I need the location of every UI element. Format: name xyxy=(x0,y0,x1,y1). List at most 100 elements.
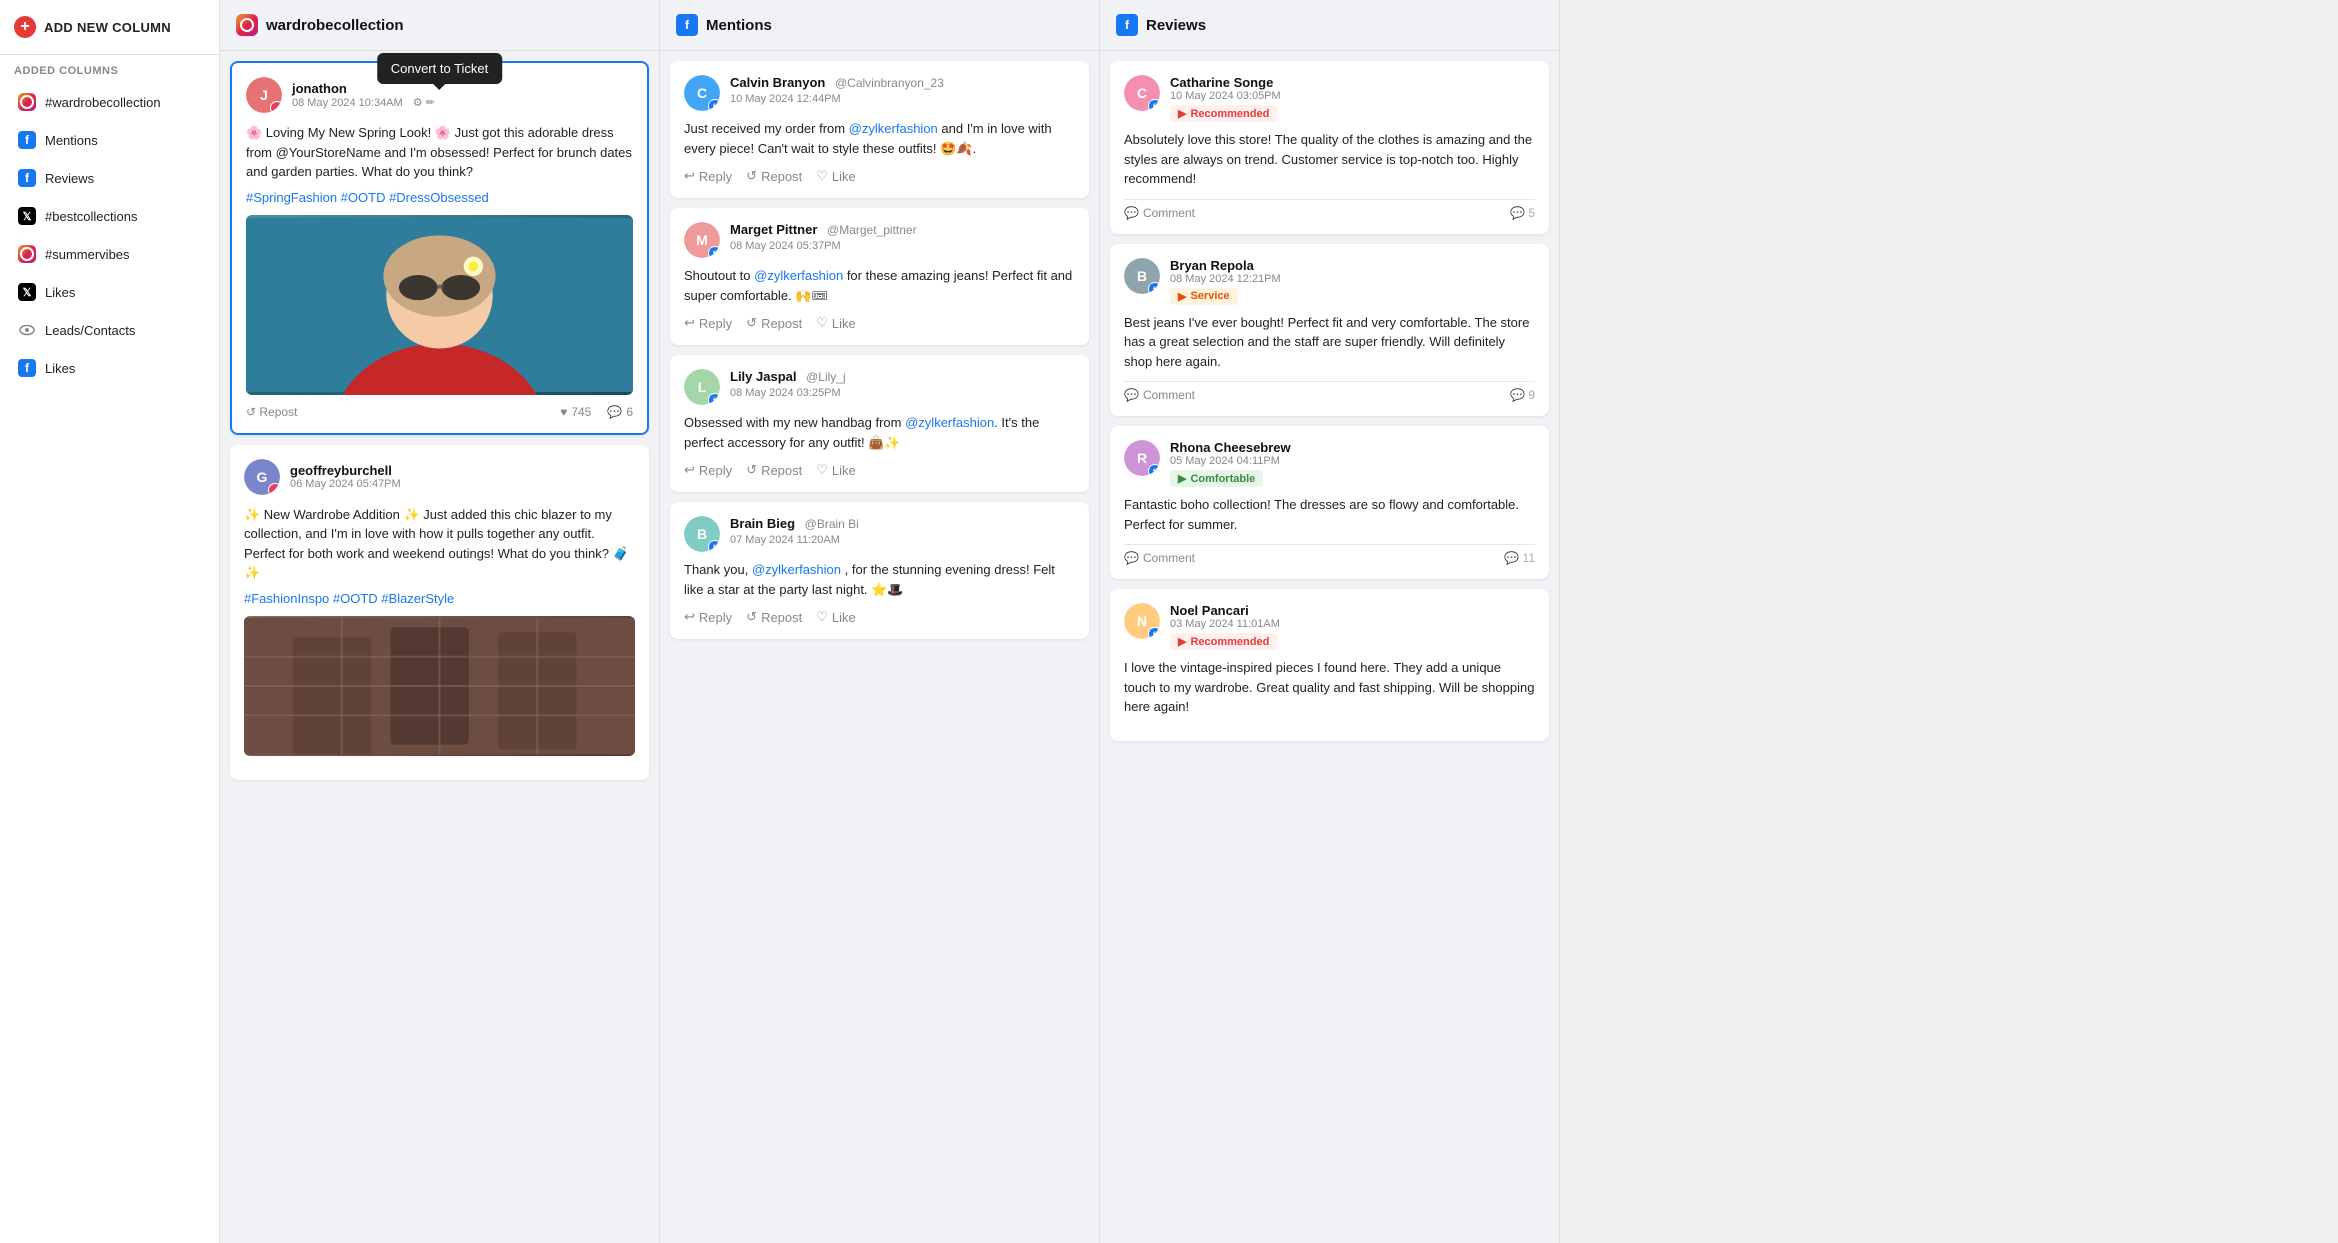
sidebar-item-mentions[interactable]: f Mentions xyxy=(4,122,215,158)
repost-action[interactable]: ↺ Repost xyxy=(746,462,802,478)
facebook-icon: f xyxy=(18,131,36,149)
review-badge: ▶ Recommended xyxy=(1170,633,1277,650)
like-action[interactable]: ♡ Like xyxy=(816,168,856,184)
mention-datetime: 08 May 2024 05:37PM xyxy=(730,240,841,252)
post-username: jonathon xyxy=(292,81,435,96)
repost-action[interactable]: ↺ Repost xyxy=(246,405,297,419)
like-action[interactable]: ♡ Like xyxy=(816,462,856,478)
mention-content: Shoutout to @zylkerfashion for these ama… xyxy=(684,266,1075,305)
sidebar-item-wardrobecollection[interactable]: #wardrobecollection xyxy=(4,84,215,120)
reviews-column-body: C f Catharine Songe 10 May 2024 03:05PM … xyxy=(1100,51,1559,1243)
mention-card: C f Calvin Branyon @Calvinbranyon_23 10 … xyxy=(670,61,1089,198)
mention-handle: @Marget_pittner xyxy=(827,223,917,237)
sidebar-item-summervibes[interactable]: #summervibes xyxy=(4,236,215,272)
facebook-icon: f xyxy=(18,359,36,377)
reply-action[interactable]: ↩ Reply xyxy=(684,168,732,184)
review-card: N f Noel Pancari 03 May 2024 11:01AM ▶ R… xyxy=(1110,589,1549,741)
instagram-icon xyxy=(18,93,36,111)
review-name: Noel Pancari xyxy=(1170,603,1280,618)
sidebar-item-reviews[interactable]: f Reviews xyxy=(4,160,215,196)
wardrobe-column-body: Convert to Ticket J jonathon 08 May 2024… xyxy=(220,51,659,1243)
repost-action[interactable]: ↺ Repost xyxy=(746,609,802,625)
mention-name: Lily Jaspal xyxy=(730,369,796,384)
comment-action[interactable]: 💬 Comment xyxy=(1124,388,1195,402)
review-datetime: 03 May 2024 11:01AM xyxy=(1170,618,1280,630)
avatar: B f xyxy=(684,516,720,552)
added-columns-label: ADDED COLUMNS xyxy=(0,55,219,83)
like-action[interactable]: ♡ Like xyxy=(816,315,856,331)
mention-handle: @Lily_j xyxy=(806,370,846,384)
mention-actions: ↩ Reply ↺ Repost ♡ Like xyxy=(684,462,1075,478)
wardrobe-header: wardrobecollection xyxy=(220,0,659,51)
mention-link[interactable]: @zylkerfashion xyxy=(905,415,994,430)
mentions-column: f Mentions C f Calvin Branyon xyxy=(660,0,1100,1243)
mention-card: B f Brain Bieg @Brain Bi 07 May 2024 11:… xyxy=(670,502,1089,639)
post-username: geoffreyburchell xyxy=(290,463,401,478)
facebook-badge: f xyxy=(708,246,720,258)
facebook-badge: f xyxy=(708,540,720,552)
sidebar-item-leads[interactable]: Leads/Contacts xyxy=(4,312,215,348)
mention-actions: ↩ Reply ↺ Repost ♡ Like xyxy=(684,609,1075,625)
mention-link[interactable]: @zylkerfashion xyxy=(754,268,843,283)
sidebar-item-fb-likes[interactable]: f Likes xyxy=(4,350,215,386)
reply-action[interactable]: ↩ Reply xyxy=(684,462,732,478)
add-new-column-label: ADD NEW COLUMN xyxy=(44,20,171,35)
review-card: C f Catharine Songe 10 May 2024 03:05PM … xyxy=(1110,61,1549,234)
like-action[interactable]: ♡ Like xyxy=(816,609,856,625)
reviews-column-title: Reviews xyxy=(1146,17,1206,34)
mention-actions: ↩ Reply ↺ Repost ♡ Like xyxy=(684,168,1075,184)
sidebar-item-label: Likes xyxy=(45,361,75,376)
mention-link[interactable]: @zylkerfashion xyxy=(849,121,938,136)
reviews-header: f Reviews xyxy=(1100,0,1559,51)
mention-header: L f Lily Jaspal @Lily_j 08 May 2024 03:2… xyxy=(684,369,1075,405)
sidebar-item-label: Likes xyxy=(45,285,75,300)
review-content: Fantastic boho collection! The dresses a… xyxy=(1124,495,1535,534)
avatar: C f xyxy=(1124,75,1160,111)
avatar: B f xyxy=(1124,258,1160,294)
instagram-badge xyxy=(268,483,280,495)
review-footer: 💬 Comment 💬 5 xyxy=(1124,206,1535,220)
review-badge: ▶ Service xyxy=(1170,288,1238,305)
review-header: N f Noel Pancari 03 May 2024 11:01AM ▶ R… xyxy=(1124,603,1535,650)
review-info: Noel Pancari 03 May 2024 11:01AM ▶ Recom… xyxy=(1170,603,1280,650)
eye-icon xyxy=(18,321,36,339)
sidebar-item-label: #wardrobecollection xyxy=(45,95,161,110)
comment-action[interactable]: 💬 Comment xyxy=(1124,551,1195,565)
mention-datetime: 07 May 2024 11:20AM xyxy=(730,534,840,546)
avatar: N f xyxy=(1124,603,1160,639)
sidebar-item-likes[interactable]: 𝕏 Likes xyxy=(4,274,215,310)
sidebar-item-label: Leads/Contacts xyxy=(45,323,135,338)
plus-icon: + xyxy=(14,16,36,38)
post-header: G geoffreyburchell 06 May 2024 05:47PM xyxy=(244,459,635,495)
mention-datetime: 10 May 2024 12:44PM xyxy=(730,93,841,105)
post-tags: #SpringFashion #OOTD #DressObsessed xyxy=(246,190,633,205)
post-meta: jonathon 08 May 2024 10:34AM ⚙ ✏ xyxy=(292,81,435,109)
mention-card: L f Lily Jaspal @Lily_j 08 May 2024 03:2… xyxy=(670,355,1089,492)
facebook-badge: f xyxy=(1148,627,1160,639)
reply-action[interactable]: ↩ Reply xyxy=(684,315,732,331)
post-card-2: G geoffreyburchell 06 May 2024 05:47PM ✨… xyxy=(230,445,649,780)
facebook-icon: f xyxy=(676,14,698,36)
comments-count: 💬 6 xyxy=(607,405,633,419)
mention-link[interactable]: @zylkerfashion xyxy=(752,562,841,577)
comment-count: 💬 9 xyxy=(1510,388,1535,402)
mention-handle: @Brain Bi xyxy=(805,517,859,531)
likes-count: ♥ 745 xyxy=(560,405,591,419)
instagram-icon xyxy=(236,14,258,36)
avatar: G xyxy=(244,459,280,495)
repost-action[interactable]: ↺ Repost xyxy=(746,168,802,184)
facebook-badge: f xyxy=(708,99,720,111)
sidebar-item-bestcollections[interactable]: 𝕏 #bestcollections xyxy=(4,198,215,234)
review-header: B f Bryan Repola 08 May 2024 12:21PM ▶ S… xyxy=(1124,258,1535,305)
post-content: ✨ New Wardrobe Addition ✨ Just added thi… xyxy=(244,505,635,583)
comment-action[interactable]: 💬 Comment xyxy=(1124,206,1195,220)
mention-actions: ↩ Reply ↺ Repost ♡ Like xyxy=(684,315,1075,331)
facebook-badge: f xyxy=(1148,99,1160,111)
reply-action[interactable]: ↩ Reply xyxy=(684,609,732,625)
review-info: Catharine Songe 10 May 2024 03:05PM ▶ Re… xyxy=(1170,75,1281,122)
review-info: Bryan Repola 08 May 2024 12:21PM ▶ Servi… xyxy=(1170,258,1281,305)
mention-info: Marget Pittner @Marget_pittner 08 May 20… xyxy=(730,222,917,252)
repost-action[interactable]: ↺ Repost xyxy=(746,315,802,331)
add-new-column-button[interactable]: + ADD NEW COLUMN xyxy=(0,0,219,55)
mention-header: M f Marget Pittner @Marget_pittner 08 Ma… xyxy=(684,222,1075,258)
